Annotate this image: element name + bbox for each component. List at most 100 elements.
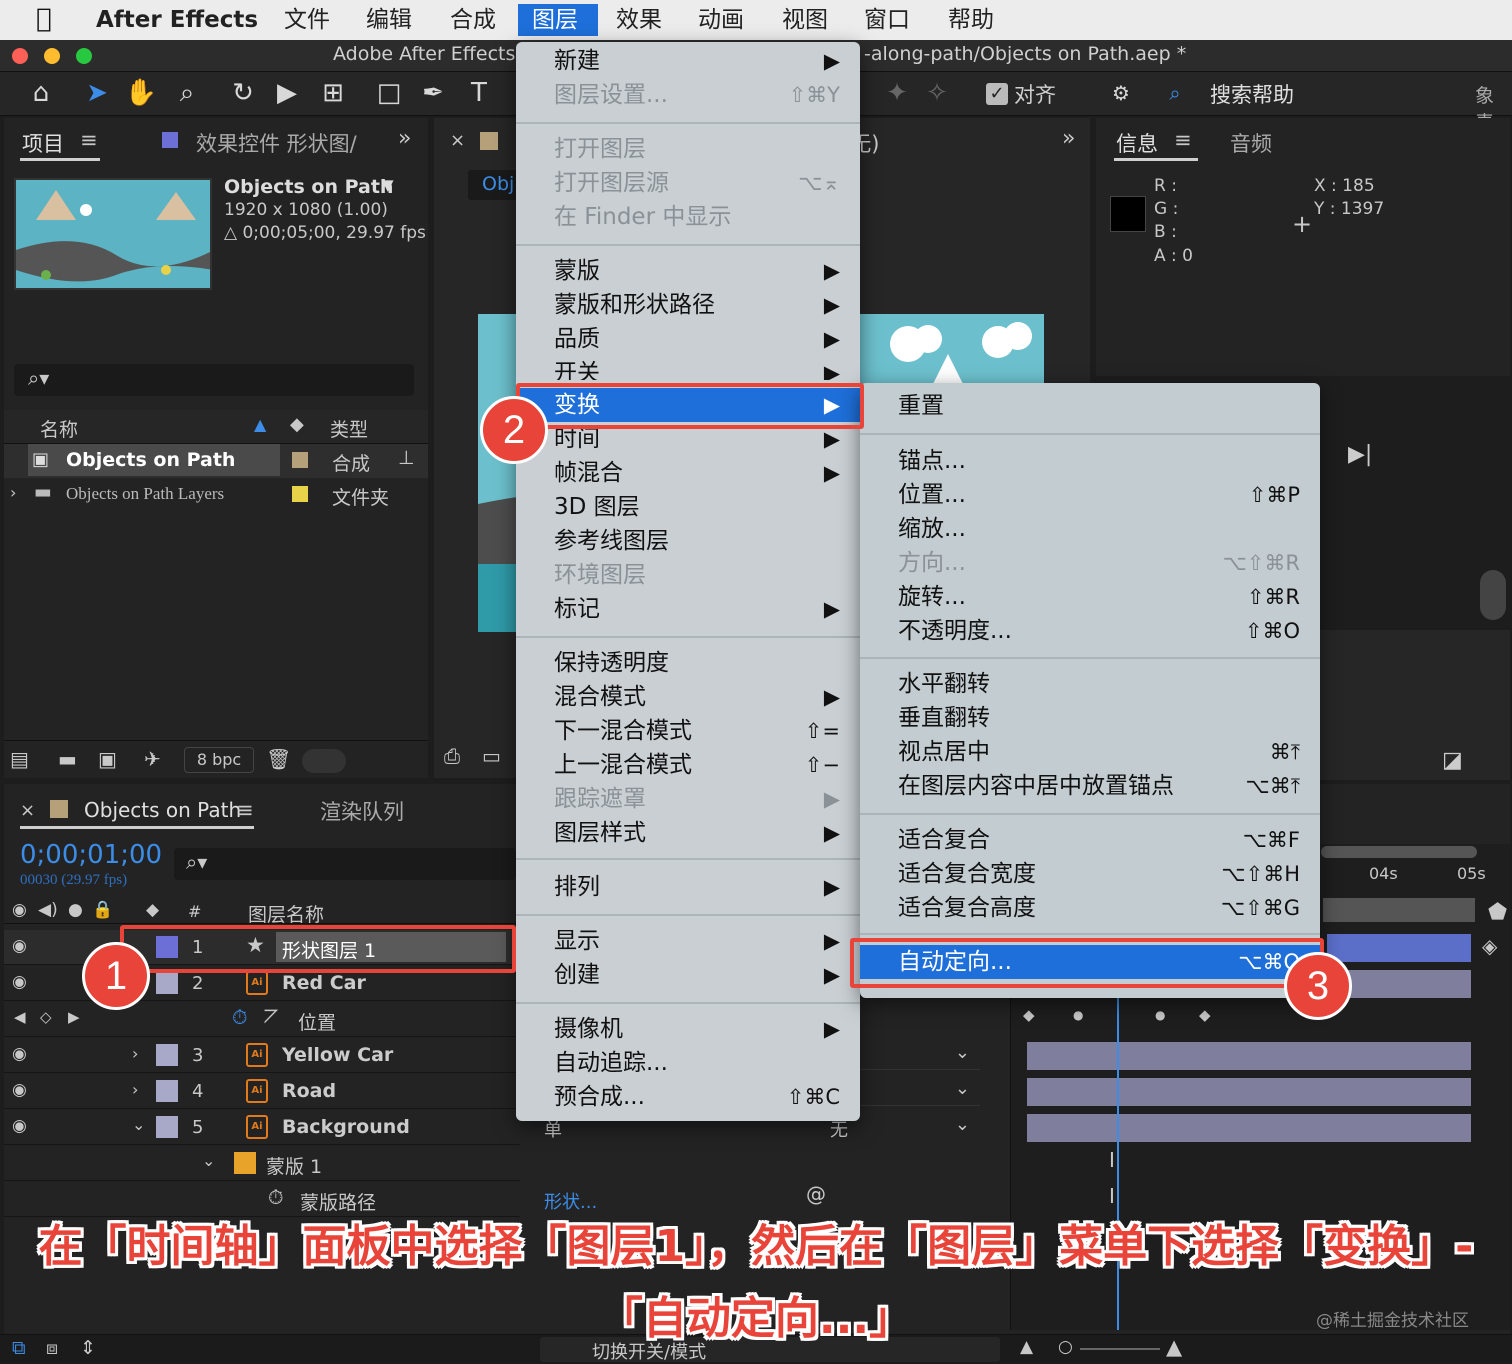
menu-item-pre-compose[interactable]: 预合成... ⇧⌘C (516, 1080, 860, 1114)
column-type[interactable]: 类型 (330, 415, 368, 442)
menubar-window[interactable]: 窗口 (850, 4, 924, 36)
layer-name[interactable]: Red Car (282, 972, 366, 994)
menu-item-quality[interactable]: 品质 ▶ (516, 322, 860, 356)
keyframe-icon[interactable]: ◆ (1199, 1006, 1211, 1024)
camera-tool-icon[interactable]: ▶ (270, 76, 304, 110)
lock-graph-icon[interactable]: ◈ (1482, 934, 1497, 958)
search-help-icon[interactable]: ⌕ (1158, 76, 1192, 110)
prev-keyframe-icon[interactable]: ◀ (14, 1008, 26, 1026)
label-tag-icon[interactable]: ◆ (290, 414, 304, 435)
submenu-item-rotation[interactable]: 旋转... ⇧⌘R (860, 580, 1320, 614)
mask-name[interactable]: 蒙版 1 (266, 1152, 322, 1179)
snapshot-icon[interactable]: ⎙ (444, 744, 460, 768)
current-time-display[interactable]: 0;00;01;00 (20, 840, 162, 870)
layer-row-5[interactable]: ◉ ⌄ 5 Ai Background (4, 1110, 520, 1145)
project-item-folder[interactable]: › ▬ Objects on Path Layers 文件夹 (4, 478, 428, 512)
effects-controls-tab[interactable]: 效果控件 形状图/ (196, 128, 357, 158)
menu-item-create[interactable]: 创建 ▶ (516, 958, 860, 992)
home-icon[interactable]: ⌂ (24, 76, 58, 110)
workspace-icon[interactable]: ⚙ (1104, 76, 1138, 110)
keyframe-icon[interactable]: ● (1073, 1008, 1083, 1022)
mask-keyframe-icon[interactable]: I (1109, 1148, 1115, 1172)
expand-chevron-icon[interactable]: › (10, 483, 16, 502)
stopwatch-icon[interactable]: ⏱ (268, 1185, 284, 1209)
submenu-item-flip-vertical[interactable]: 垂直翻转 (860, 701, 1320, 735)
info-tab[interactable]: 信息 (1116, 128, 1158, 158)
monitor-icon[interactable]: ▭ (482, 744, 501, 768)
visibility-eye-icon[interactable]: ◉ (12, 1116, 27, 1136)
mask-row[interactable]: ⌄ 蒙版 1 (4, 1146, 520, 1181)
current-time-indicator[interactable] (1117, 994, 1119, 1330)
stopwatch-icon[interactable]: ⏱ (232, 1005, 248, 1029)
minimize-window-button[interactable] (44, 48, 60, 64)
search-help-field[interactable]: 搜索帮助 (1210, 79, 1294, 109)
graph-icon[interactable]: ⦢ (264, 1006, 279, 1028)
menu-item-layer-settings[interactable]: 图层设置... ⇧⌘Y (516, 78, 860, 112)
skip-to-end-icon[interactable]: ▶| (1348, 442, 1372, 467)
visibility-eye-icon[interactable]: ◉ (12, 1044, 27, 1064)
layer-bar-1[interactable] (1327, 934, 1471, 962)
flowchart-icon[interactable]: ⊥ (398, 447, 415, 469)
comp-dropdown-icon[interactable]: ▼ (382, 176, 394, 194)
submenu-item-scale[interactable]: 缩放... (860, 512, 1320, 546)
submenu-item-fit-to-comp[interactable]: 适合复合 ⌥⌘F (860, 823, 1320, 857)
menu-item-layer-styles[interactable]: 图层样式 ▶ (516, 816, 860, 850)
lock-icon[interactable]: 🔒 (92, 900, 113, 920)
menu-item-previous-blending-mode[interactable]: 上一混合模式 ⇧− (516, 748, 860, 782)
menu-item-guide-layer[interactable]: 参考线图层 (516, 524, 860, 558)
adjust-icon[interactable]: ✈ (144, 747, 161, 771)
panel-overflow-icon[interactable]: » (1062, 126, 1075, 151)
menubar-effect[interactable]: 效果 (602, 4, 676, 36)
menu-item-environment-layer[interactable]: 环境图层 (516, 558, 860, 592)
info-menu-icon[interactable]: ≡ (1174, 128, 1192, 152)
next-keyframe-icon[interactable]: ▶ (68, 1008, 80, 1026)
submenu-item-anchor-point[interactable]: 锚点... (860, 444, 1320, 478)
visibility-eye-icon[interactable]: ◉ (12, 1080, 27, 1100)
menubar-view[interactable]: 视图 (768, 4, 842, 36)
column-layer-name[interactable]: 图层名称 (248, 900, 324, 927)
zoom-tool-icon[interactable]: ⌕ (170, 76, 204, 110)
timeline-search-input[interactable]: ⌕▾ (174, 848, 516, 880)
close-panel-icon[interactable]: × (450, 130, 465, 151)
layer-bar-5[interactable] (1027, 1114, 1471, 1142)
comp-marker-icon[interactable]: ⬟ (1488, 900, 1507, 925)
menu-item-camera[interactable]: 摄像机 ▶ (516, 1012, 860, 1046)
menubar-layer[interactable]: 图层 (518, 4, 598, 36)
collapse-chevron-icon[interactable]: ⌄ (202, 1151, 215, 1170)
zoom-slider-track[interactable] (1080, 1348, 1160, 1350)
menubar-animation[interactable]: 动画 (684, 4, 758, 36)
speaker-icon[interactable]: ◀) (38, 900, 58, 920)
snap-checkbox[interactable]: ✓ (986, 83, 1008, 105)
new-comp-icon[interactable]: ▣ (98, 747, 117, 771)
layer-bar-3[interactable] (1027, 1042, 1471, 1070)
close-window-button[interactable] (12, 48, 28, 64)
time-navigator[interactable] (1321, 846, 1477, 858)
menu-item-frame-blending[interactable]: 帧混合 ▶ (516, 456, 860, 490)
menu-item-mask[interactable]: 蒙版 ▶ (516, 254, 860, 288)
menubar-app-name[interactable]: After Effects (82, 4, 272, 36)
menu-item-markers[interactable]: 标记 ▶ (516, 592, 860, 626)
rectangle-tool-icon[interactable]: □ (372, 76, 406, 110)
resize-corner-icon[interactable]: ◪ (1442, 748, 1463, 773)
menu-item-mask-and-shape-path[interactable]: 蒙版和形状路径 ▶ (516, 288, 860, 322)
menu-item-reveal[interactable]: 显示 ▶ (516, 924, 860, 958)
expand-chevron-icon[interactable]: › (132, 1080, 138, 1099)
submenu-item-position[interactable]: 位置... ⇧⌘P (860, 478, 1320, 512)
menubar-edit[interactable]: 编辑 (352, 4, 426, 36)
menu-item-3d-layer[interactable]: 3D 图层 (516, 490, 860, 524)
menubar-composition[interactable]: 合成 (436, 4, 510, 36)
pin-tool-icon[interactable]: ✧ (920, 76, 954, 110)
mask-keyframe-icon[interactable]: I (1109, 1184, 1115, 1208)
label-tag-icon[interactable]: ◆ (146, 900, 159, 920)
menu-item-open-layer[interactable]: 打开图层 (516, 132, 860, 166)
layer-row-4[interactable]: ◉ › 4 Ai Road (4, 1074, 520, 1109)
visibility-eye-icon[interactable]: ◉ (12, 972, 27, 992)
menubar-help[interactable]: 帮助 (934, 4, 1008, 36)
submenu-item-orientation[interactable]: 方向... ⌥⇧⌘R (860, 546, 1320, 580)
add-keyframe-icon[interactable]: ◇ (40, 1008, 52, 1026)
audio-tab[interactable]: 音频 (1230, 128, 1272, 158)
timeline-menu-icon[interactable]: ≡ (236, 798, 254, 822)
submenu-item-flip-horizontal[interactable]: 水平翻转 (860, 667, 1320, 701)
new-folder-icon[interactable]: ▬ (58, 747, 77, 771)
menu-item-preserve-transparency[interactable]: 保持透明度 (516, 646, 860, 680)
